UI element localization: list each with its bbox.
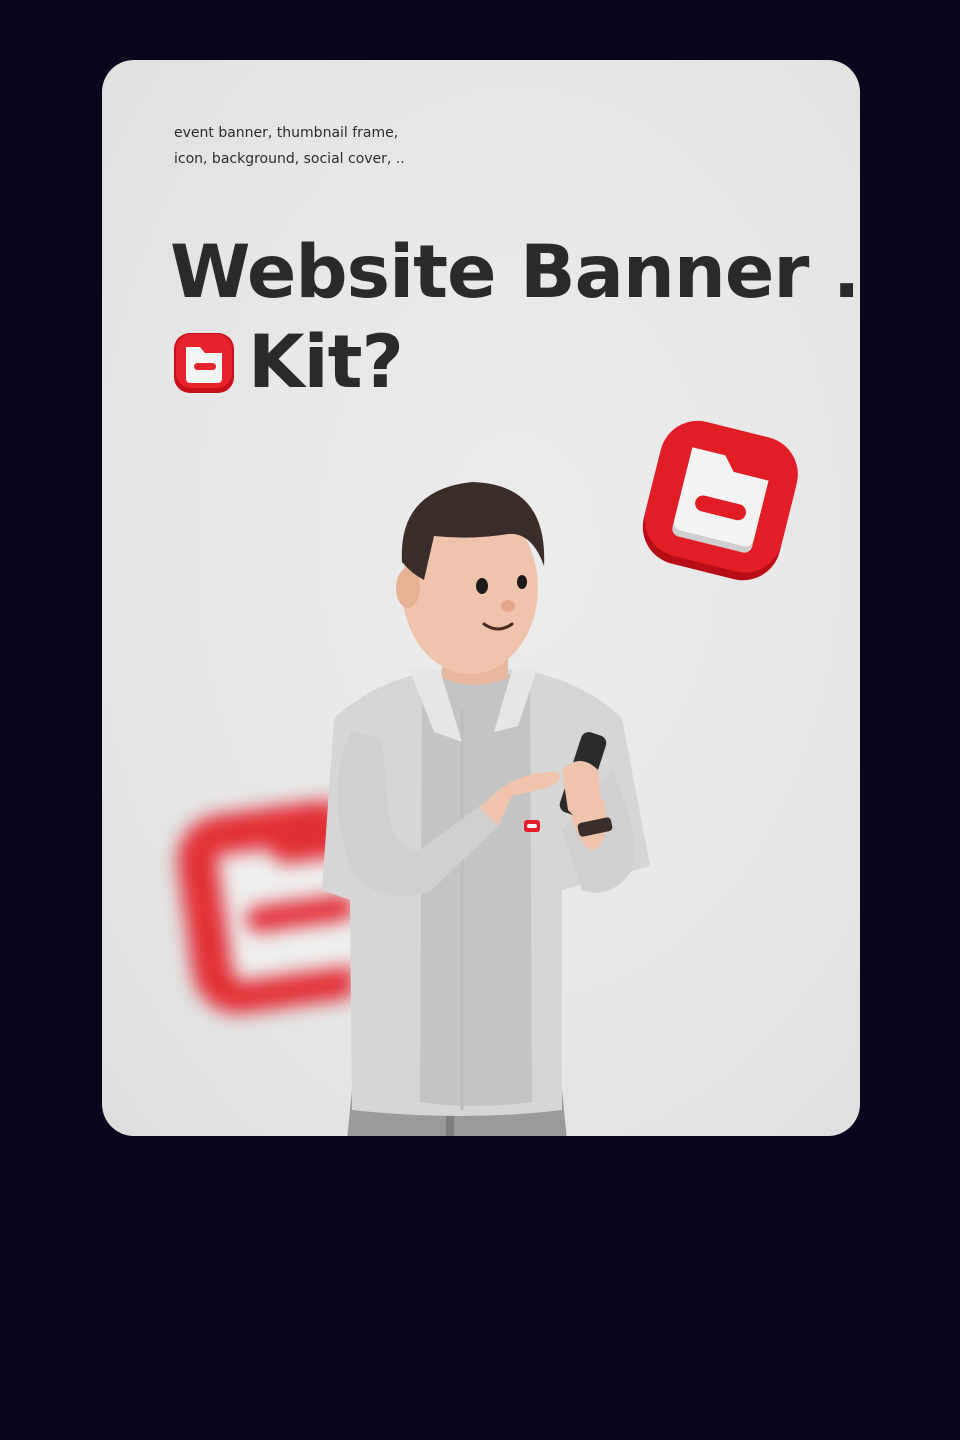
- title-line-2: Kit?: [172, 318, 404, 408]
- banner-card: event banner, thumbnail frame, icon, bac…: [102, 60, 860, 1136]
- title-line-1: Website Banner .: [170, 230, 860, 315]
- tagline: event banner, thumbnail frame, icon, bac…: [174, 125, 405, 167]
- kit-text: Kit?: [248, 320, 404, 405]
- folder-icon: [172, 331, 236, 395]
- folder-icon-floating: [640, 420, 805, 585]
- person-illustration: [312, 470, 662, 1136]
